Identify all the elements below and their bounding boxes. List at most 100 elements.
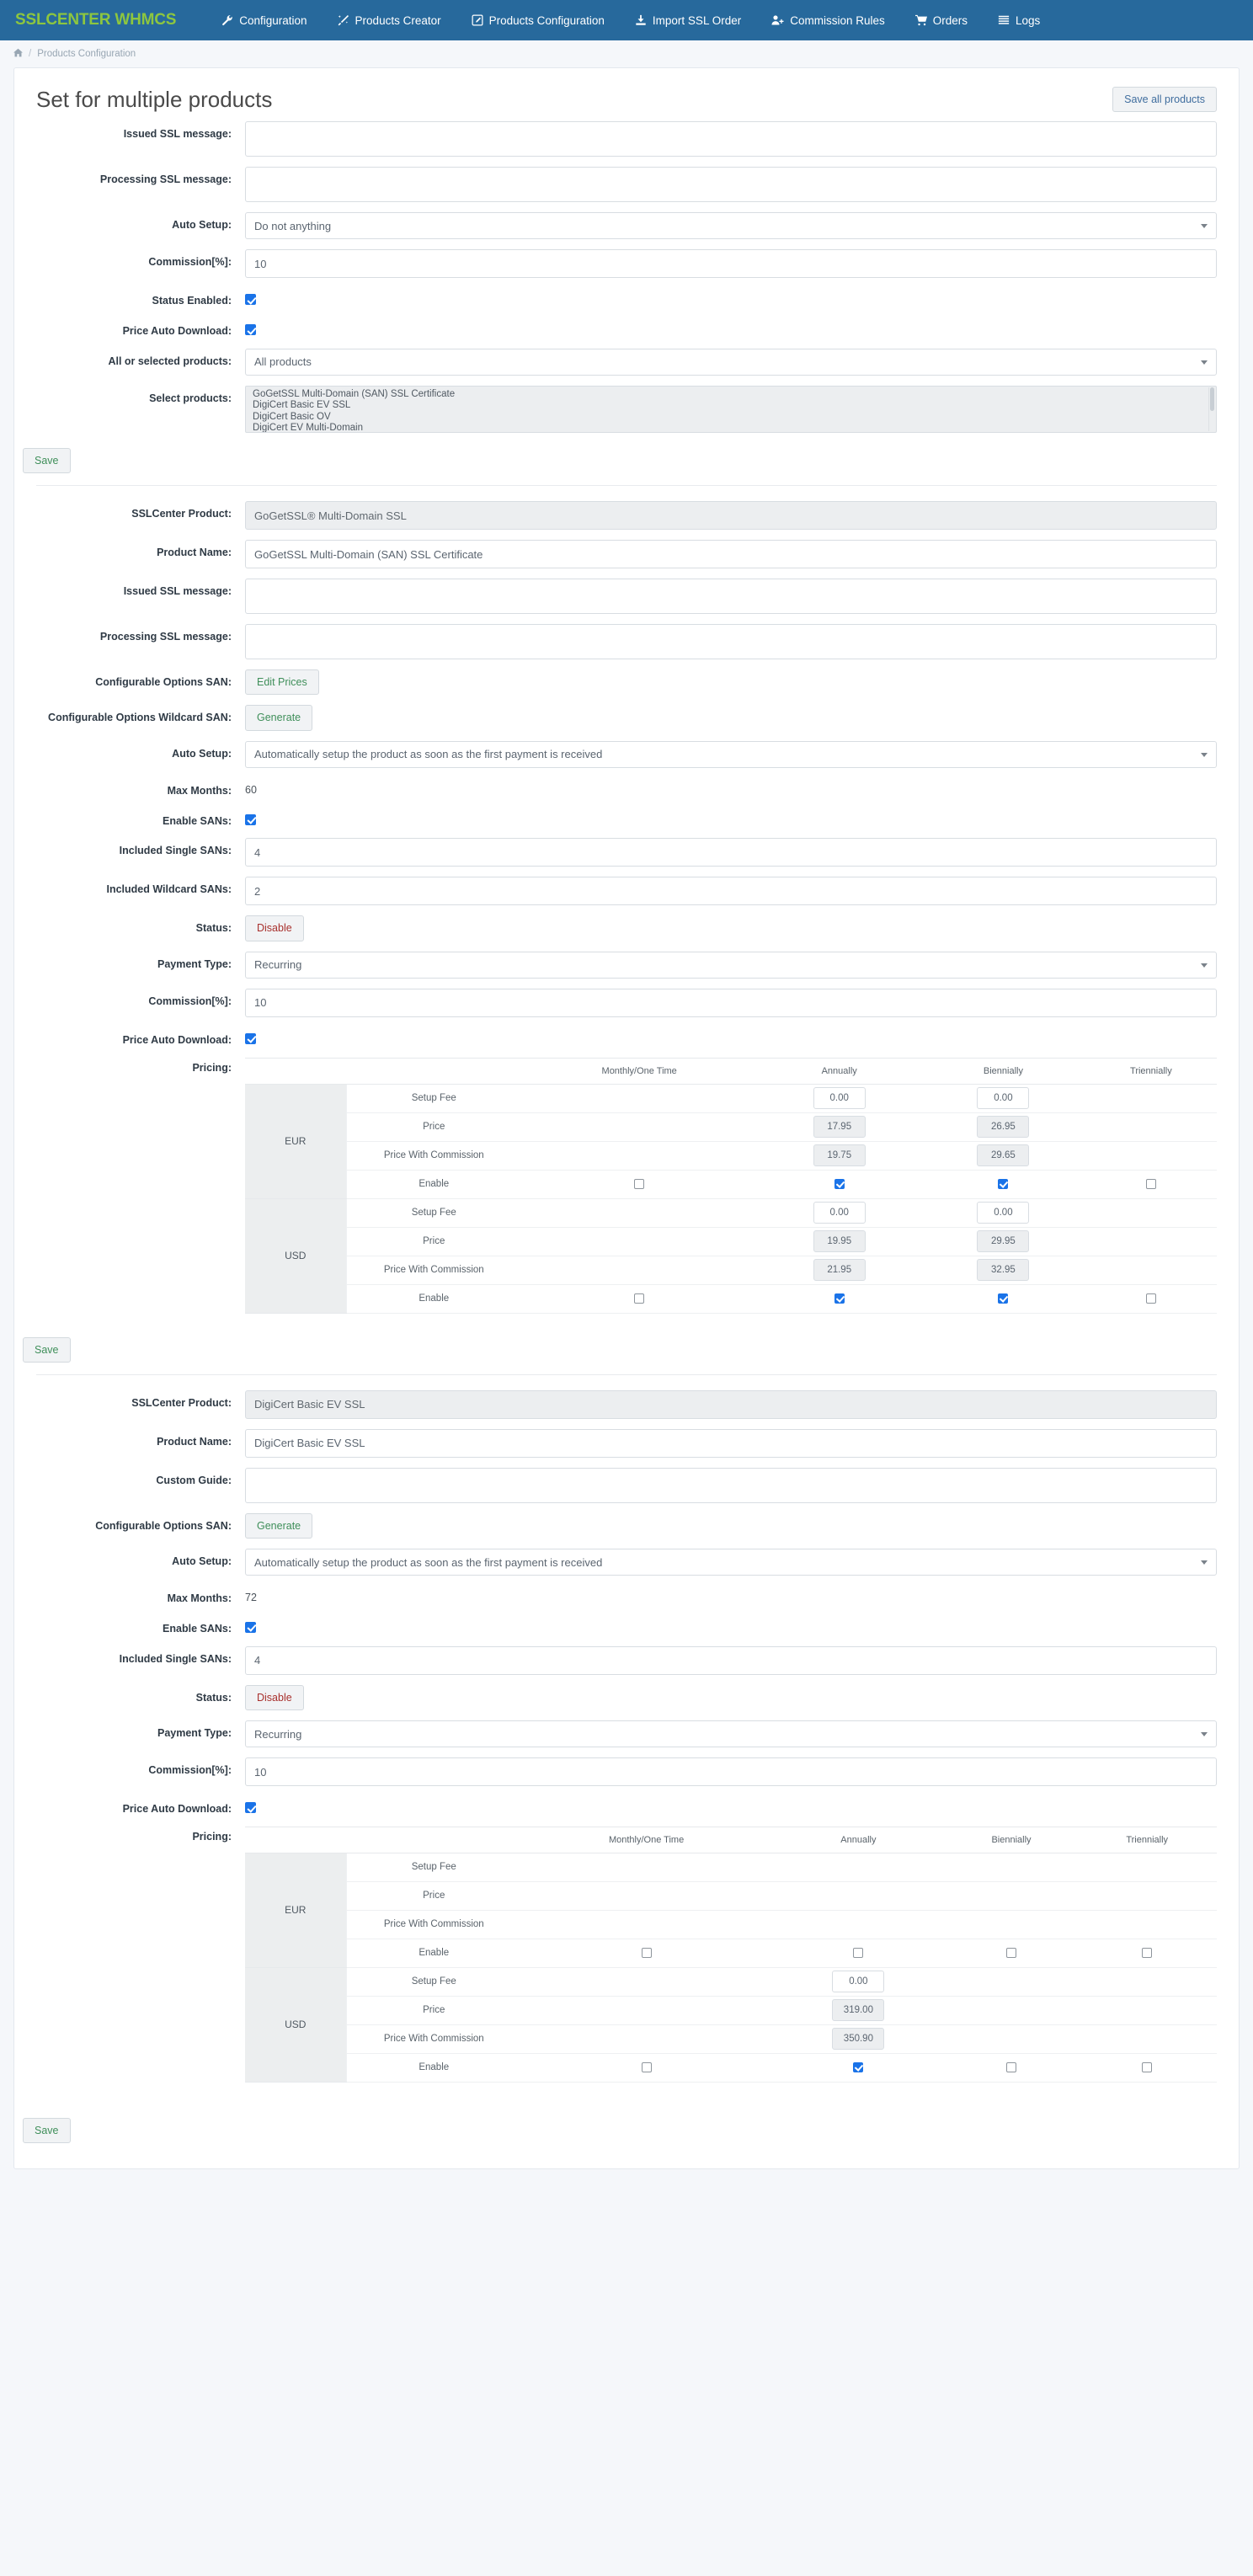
enable-checkbox[interactable] xyxy=(1145,1293,1156,1304)
enable-checkbox[interactable] xyxy=(834,1293,845,1304)
commission-input[interactable]: 10 xyxy=(245,249,1217,279)
commission-input[interactable]: 10 xyxy=(245,988,1217,1017)
row-label: Price With Commission xyxy=(345,1256,521,1285)
enable-checkbox[interactable] xyxy=(834,1179,845,1190)
enable-checkbox[interactable] xyxy=(998,1179,1009,1190)
price-input[interactable]: 26.95 xyxy=(977,1116,1030,1139)
enable-checkbox[interactable] xyxy=(853,1948,864,1959)
edit-prices-button[interactable]: Edit Prices xyxy=(245,669,319,696)
nav-item-import-ssl-order[interactable]: Import SSL Order xyxy=(620,0,756,40)
field-custom-guide: Custom Guide: xyxy=(36,1467,1217,1503)
auto-setup-select[interactable]: Do not anything xyxy=(245,212,1217,240)
cell-comm-biennially: 32.95 xyxy=(921,1256,1085,1285)
enable-checkbox[interactable] xyxy=(641,2062,652,2073)
setup-fee-input[interactable]: 0.00 xyxy=(813,1087,866,1110)
processing-ssl-message-textarea[interactable] xyxy=(245,624,1217,660)
generate-san-button[interactable]: Generate xyxy=(245,1512,313,1539)
product-name-input[interactable]: GoGetSSL Multi-Domain (SAN) SSL Certific… xyxy=(245,540,1217,569)
field-label: Included Single SANs: xyxy=(119,845,232,857)
enable-checkbox[interactable] xyxy=(634,1179,645,1190)
included-wildcard-sans-input[interactable]: 2 xyxy=(245,877,1217,906)
breadcrumb-current[interactable]: Products Configuration xyxy=(37,49,136,59)
field-label: Status: xyxy=(195,922,232,935)
price-with-commission-input[interactable]: 29.65 xyxy=(977,1144,1030,1167)
auto-setup-select[interactable]: Automatically setup the product as soon … xyxy=(245,1549,1217,1576)
cell-comm-annually xyxy=(771,1910,946,1939)
price-with-commission-input[interactable]: 350.90 xyxy=(832,2028,885,2051)
price-with-commission-input[interactable]: 32.95 xyxy=(977,1259,1030,1282)
field-label: Processing SSL message: xyxy=(99,173,232,186)
save-all-products-button[interactable]: Save all products xyxy=(1112,87,1217,113)
included-single-sans-input[interactable]: 4 xyxy=(245,1645,1217,1675)
enable-sans-checkbox[interactable] xyxy=(245,1621,256,1633)
price-input[interactable]: 19.95 xyxy=(813,1230,866,1253)
enable-checkbox[interactable] xyxy=(1142,1948,1153,1959)
field-configurable-options-san: Configurable Options SAN: Generate xyxy=(36,1512,1217,1539)
field-auto-setup: Auto Setup: Do not anything xyxy=(36,212,1217,240)
pricing-col-biennially: Biennially xyxy=(921,1058,1085,1085)
setup-fee-input[interactable]: 0.00 xyxy=(977,1087,1030,1110)
payment-type-select[interactable]: Recurring xyxy=(245,1720,1217,1748)
enable-checkbox[interactable] xyxy=(641,1948,652,1959)
setup-fee-input[interactable]: 0.00 xyxy=(977,1202,1030,1224)
generate-wildcard-san-button[interactable]: Generate xyxy=(245,705,313,731)
all-or-selected-select[interactable]: All products xyxy=(245,348,1217,376)
status-enabled-checkbox[interactable] xyxy=(245,294,256,306)
payment-type-select[interactable]: Recurring xyxy=(245,951,1217,979)
enable-checkbox[interactable] xyxy=(1006,1948,1016,1959)
cell-comm-monthly xyxy=(521,2024,772,2054)
field-status-enabled: Status Enabled: xyxy=(36,288,1217,308)
commission-input[interactable]: 10 xyxy=(245,1757,1217,1787)
setup-fee-input[interactable]: 0.00 xyxy=(832,1971,885,1993)
price-with-commission-input[interactable]: 19.75 xyxy=(813,1144,866,1167)
custom-guide-textarea[interactable] xyxy=(245,1467,1217,1503)
product-name-input[interactable]: DigiCert Basic EV SSL xyxy=(245,1428,1217,1458)
issued-ssl-message-textarea[interactable] xyxy=(245,121,1217,157)
list-item[interactable]: DigiCert Basic EV SSL xyxy=(246,400,1216,412)
field-label: Configurable Options Wildcard SAN: xyxy=(48,712,232,724)
list-item[interactable]: DigiCert Basic OV xyxy=(246,412,1216,424)
nav-item-products-creator[interactable]: Products Creator xyxy=(323,0,456,40)
nav-item-configuration[interactable]: Configuration xyxy=(206,0,322,40)
price-input[interactable]: 29.95 xyxy=(977,1230,1030,1253)
save-button-product-2[interactable]: Save xyxy=(23,2117,71,2144)
save-button-multi[interactable]: Save xyxy=(23,447,71,474)
included-single-sans-input[interactable]: 4 xyxy=(245,838,1217,867)
price-auto-download-checkbox[interactable] xyxy=(245,324,256,336)
price-input[interactable]: 319.00 xyxy=(832,1999,885,2022)
enable-checkbox[interactable] xyxy=(634,1293,645,1304)
price-with-commission-input[interactable]: 21.95 xyxy=(813,1259,866,1282)
enable-checkbox[interactable] xyxy=(1145,1179,1156,1190)
nav-item-commission-rules[interactable]: Commission Rules xyxy=(756,0,900,40)
cell-comm-triennially xyxy=(1085,1256,1217,1285)
field-label: Enable SANs: xyxy=(163,1622,232,1635)
cell-price-triennially xyxy=(1085,1227,1217,1256)
nav-item-logs[interactable]: Logs xyxy=(983,0,1055,40)
select-products-listbox[interactable]: GoGetSSL Multi-Domain (SAN) SSL Certific… xyxy=(245,385,1217,433)
processing-ssl-message-textarea[interactable] xyxy=(245,167,1217,203)
nav-item-orders[interactable]: Orders xyxy=(900,0,983,40)
cell-comm-biennially xyxy=(945,2024,1078,2054)
field-label: Issued SSL message: xyxy=(123,128,232,141)
enable-checkbox[interactable] xyxy=(1142,2062,1153,2073)
enable-checkbox[interactable] xyxy=(853,2062,864,2073)
status-disable-button[interactable]: Disable xyxy=(245,1684,304,1711)
list-item[interactable]: DigiCert EV Multi-Domain xyxy=(246,423,1216,432)
issued-ssl-message-textarea[interactable] xyxy=(245,579,1217,615)
price-auto-download-checkbox[interactable] xyxy=(245,1802,256,1814)
nav-item-products-configuration[interactable]: Products Configuration xyxy=(456,0,620,40)
enable-checkbox[interactable] xyxy=(998,1293,1009,1304)
price-input[interactable]: 17.95 xyxy=(813,1116,866,1139)
enable-sans-checkbox[interactable] xyxy=(245,813,256,825)
status-disable-button[interactable]: Disable xyxy=(245,915,304,941)
brand-logo[interactable]: SSLCENTER WHMCS xyxy=(15,11,176,29)
price-auto-download-checkbox[interactable] xyxy=(245,1032,256,1044)
setup-fee-input[interactable]: 0.00 xyxy=(813,1202,866,1224)
auto-setup-select[interactable]: Automatically setup the product as soon … xyxy=(245,740,1217,768)
home-icon[interactable] xyxy=(13,48,23,60)
save-button-product-1[interactable]: Save xyxy=(23,1336,71,1363)
scrollbar-thumb[interactable] xyxy=(1210,387,1214,411)
list-item[interactable]: GoGetSSL Multi-Domain (SAN) SSL Certific… xyxy=(246,389,1216,401)
listbox-scrollbar[interactable] xyxy=(1208,387,1215,431)
enable-checkbox[interactable] xyxy=(1006,2062,1016,2073)
